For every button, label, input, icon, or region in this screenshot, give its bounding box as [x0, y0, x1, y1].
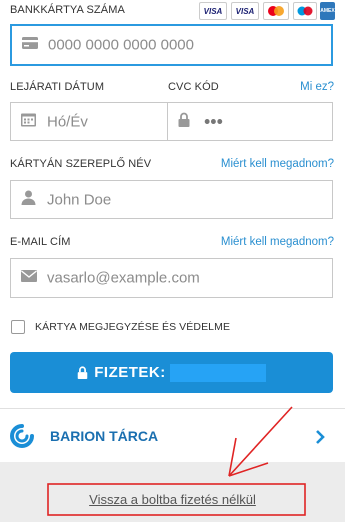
redacted-amount [169, 363, 266, 382]
remember-card-checkbox[interactable] [11, 320, 25, 334]
envelope-icon [21, 269, 37, 287]
credit-card-icon [22, 36, 38, 54]
pay-button[interactable]: FIZETEK: [10, 352, 333, 393]
back-to-shop-link[interactable]: Vissza a boltba fizetés nélkül [0, 492, 345, 507]
calendar-icon [21, 112, 36, 131]
email-field[interactable]: vasarlo@example.com [10, 258, 333, 298]
card-number-field[interactable]: 0000 0000 0000 0000 [10, 24, 333, 66]
barion-wallet-label: BARION TÁRCA [50, 428, 159, 444]
chevron-right-icon [316, 430, 325, 444]
pay-button-label: FIZETEK: [94, 364, 166, 381]
barion-wallet-row[interactable]: BARION TÁRCA [0, 409, 345, 462]
cvc-input[interactable]: ••• [204, 111, 223, 132]
amex-logo: AMEX [320, 2, 335, 20]
barion-logo-icon [10, 424, 34, 448]
card-number-label: BANKKÁRTYA SZÁMA [10, 4, 125, 16]
remember-card-label[interactable]: KÁRTYA MEGJEGYZÉSE ÉS VÉDELME [35, 321, 230, 333]
card-number-input[interactable]: 0000 0000 0000 0000 [48, 37, 194, 54]
visa-logo: VISA [199, 2, 227, 20]
expiry-field[interactable]: Hó/Év [10, 102, 168, 141]
maestro-logo [293, 2, 317, 20]
cardholder-label: KÁRTYÁN SZEREPLŐ NÉV [10, 158, 152, 170]
cardholder-input[interactable]: John Doe [47, 191, 111, 208]
email-help-link[interactable]: Miért kell megadnom? [221, 236, 334, 248]
lock-icon [178, 112, 190, 132]
user-icon [21, 190, 36, 210]
email-input[interactable]: vasarlo@example.com [47, 270, 200, 287]
cardholder-help-link[interactable]: Miért kell megadnom? [221, 158, 334, 170]
cvc-help-link[interactable]: Mi ez? [300, 81, 334, 93]
expiry-input[interactable]: Hó/Év [47, 113, 88, 130]
lock-icon [77, 366, 88, 379]
cvc-field[interactable]: ••• [167, 102, 333, 141]
visa-electron-logo: VISA [231, 2, 259, 20]
email-label: E-MAIL CÍM [10, 236, 71, 248]
cvc-label: CVC KÓD [168, 81, 219, 93]
cardholder-field[interactable]: John Doe [10, 180, 333, 219]
mastercard-logo [263, 2, 289, 20]
expiry-label: LEJÁRATI DÁTUM [10, 81, 105, 93]
